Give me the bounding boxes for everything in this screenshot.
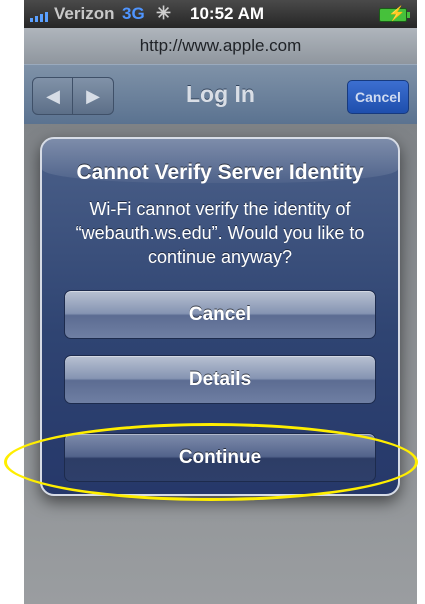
alert-dialog: Cannot Verify Server Identity Wi-Fi cann…	[40, 137, 400, 496]
carrier-name: Verizon	[54, 4, 115, 23]
alert-message: Wi-Fi cannot verify the identity of “web…	[75, 199, 365, 267]
continue-button[interactable]: Continue	[64, 433, 376, 482]
network-type: 3G	[122, 4, 145, 23]
url-text: http://www.apple.com	[139, 36, 302, 55]
url-bar[interactable]: http://www.apple.com	[24, 28, 417, 64]
spinner-icon: ✳	[156, 3, 172, 23]
details-button[interactable]: Details	[64, 355, 376, 404]
nav-cancel-button[interactable]: Cancel	[347, 80, 409, 114]
lightning-icon: ⚡	[388, 5, 406, 21]
nav-bar: ◀ ▶ Log In Cancel	[24, 64, 417, 126]
signal-strength-icon	[30, 8, 52, 22]
battery-charging-icon: ⚡	[379, 5, 410, 22]
screenshot-canvas: Verizon 3G ✳ 10:52 AM ⚡ http://www.apple…	[0, 0, 425, 604]
alert-title: Cannot Verify Server Identity	[76, 161, 364, 184]
cancel-button[interactable]: Cancel	[64, 290, 376, 339]
status-time: 10:52 AM	[190, 4, 265, 23]
status-bar: Verizon 3G ✳ 10:52 AM ⚡	[24, 0, 417, 28]
